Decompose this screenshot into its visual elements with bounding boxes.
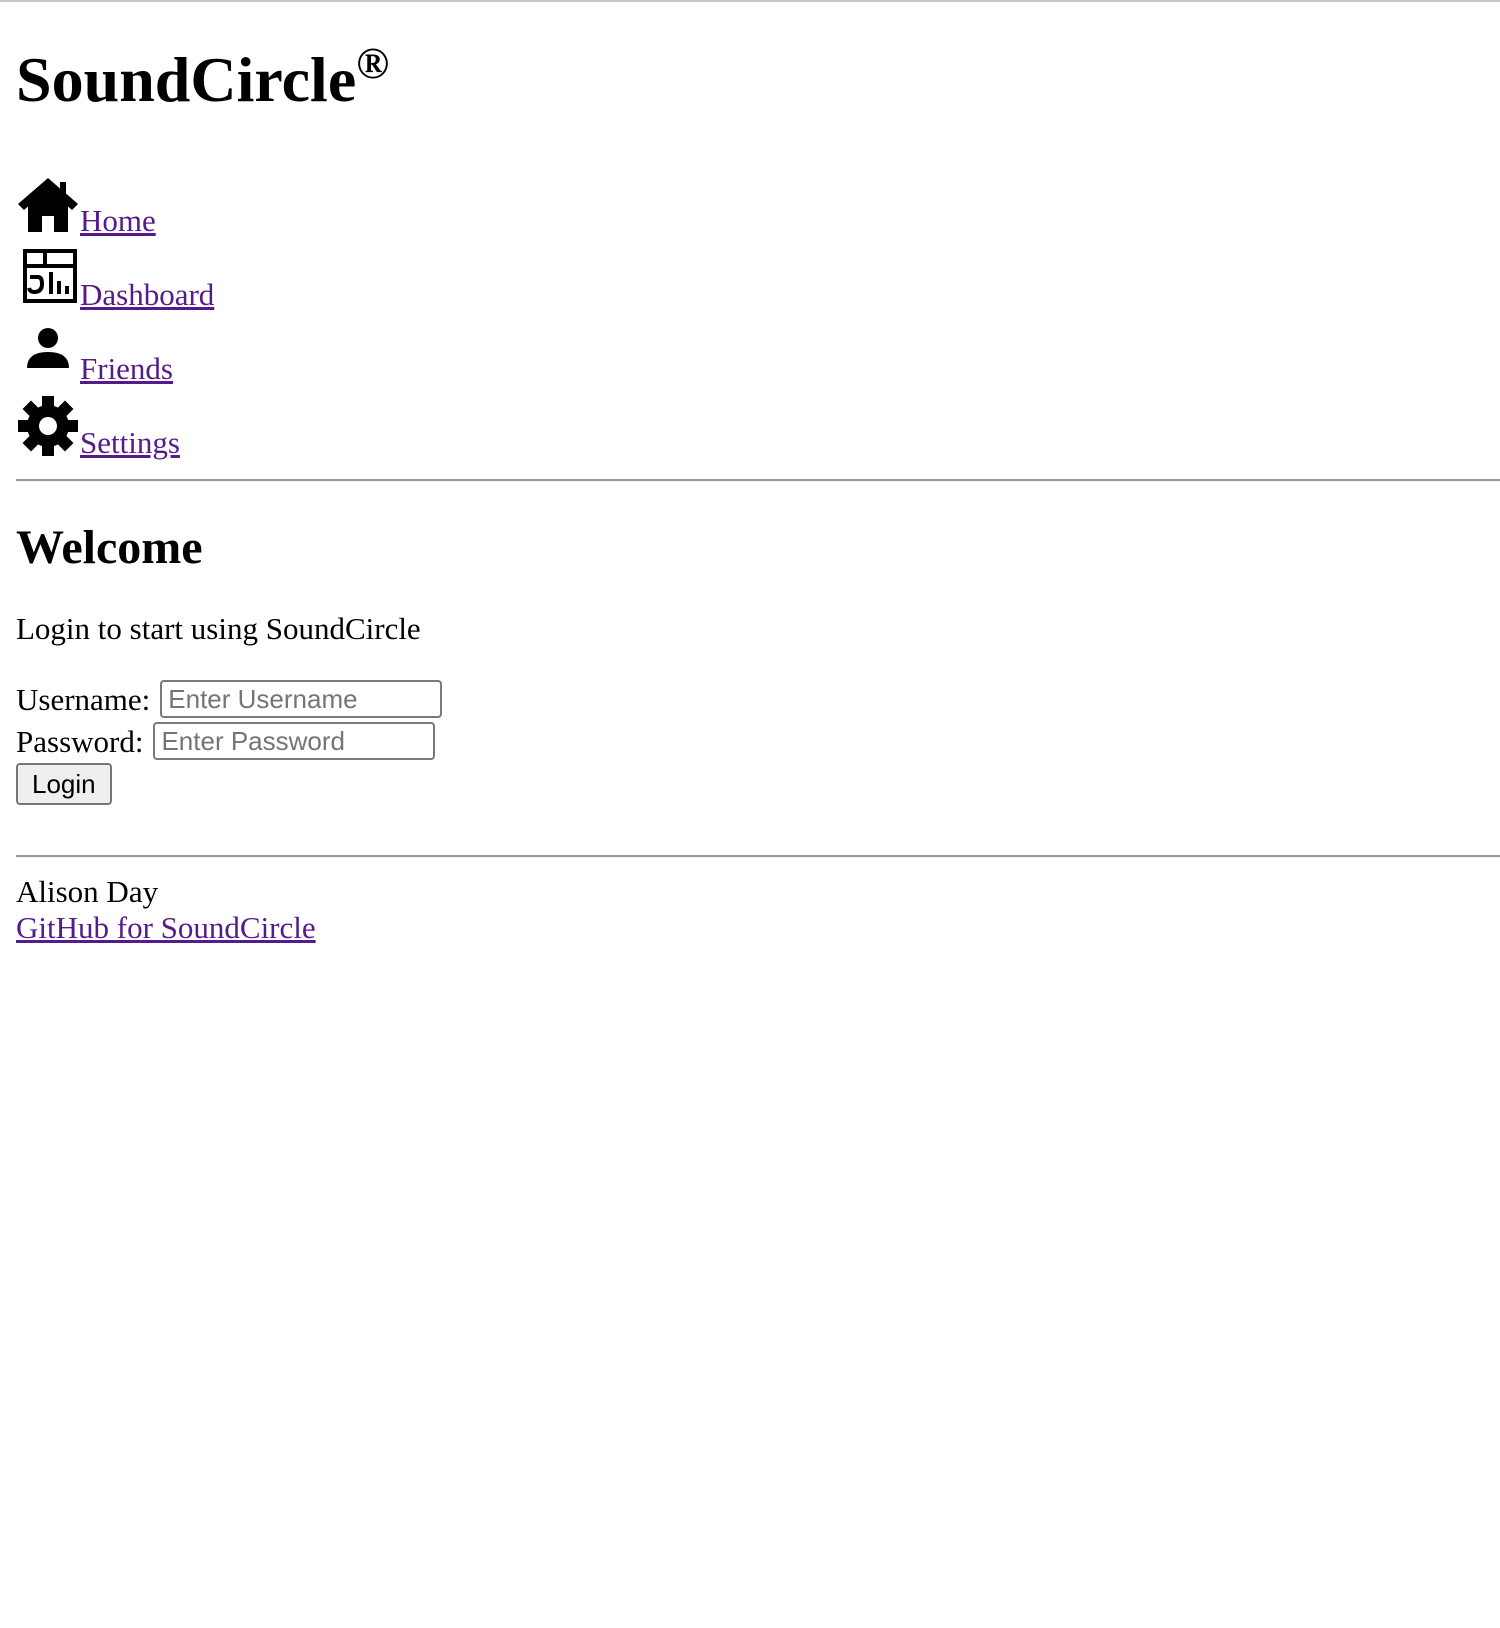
nav-item-dashboard[interactable]: Dashboard: [16, 248, 214, 312]
username-label: Username:: [16, 681, 151, 717]
nav-item-settings[interactable]: Settings: [16, 396, 180, 460]
home-icon[interactable]: [16, 174, 80, 238]
divider-top: [16, 479, 1500, 482]
github-link[interactable]: GitHub for SoundCircle: [16, 912, 316, 943]
divider-bottom: [16, 855, 1500, 858]
footer-author: Alison Day: [16, 874, 159, 909]
dashboard-icon[interactable]: [16, 248, 80, 312]
nav-link-home[interactable]: Home: [80, 205, 156, 236]
username-row: Username:: [16, 680, 443, 718]
nav-link-dashboard[interactable]: Dashboard: [80, 279, 214, 310]
nav-link-settings[interactable]: Settings: [80, 427, 180, 458]
password-input[interactable]: [153, 722, 436, 760]
site-title-text: SoundCircle: [16, 44, 357, 115]
site-title: SoundCircle®: [16, 42, 389, 112]
password-label: Password:: [16, 723, 144, 759]
top-border: [0, 0, 1500, 2]
nav-item-home[interactable]: Home: [16, 174, 156, 238]
nav-link-friends[interactable]: Friends: [80, 353, 173, 384]
username-input[interactable]: [160, 680, 443, 718]
welcome-heading: Welcome: [16, 521, 203, 574]
registered-mark: ®: [356, 39, 390, 88]
password-row: Password:: [16, 722, 436, 760]
login-button[interactable]: Login: [16, 763, 112, 805]
nav-item-friends[interactable]: Friends: [16, 322, 173, 386]
gear-icon[interactable]: [16, 396, 80, 460]
intro-text: Login to start using SoundCircle: [16, 611, 421, 646]
person-icon[interactable]: [16, 322, 80, 386]
